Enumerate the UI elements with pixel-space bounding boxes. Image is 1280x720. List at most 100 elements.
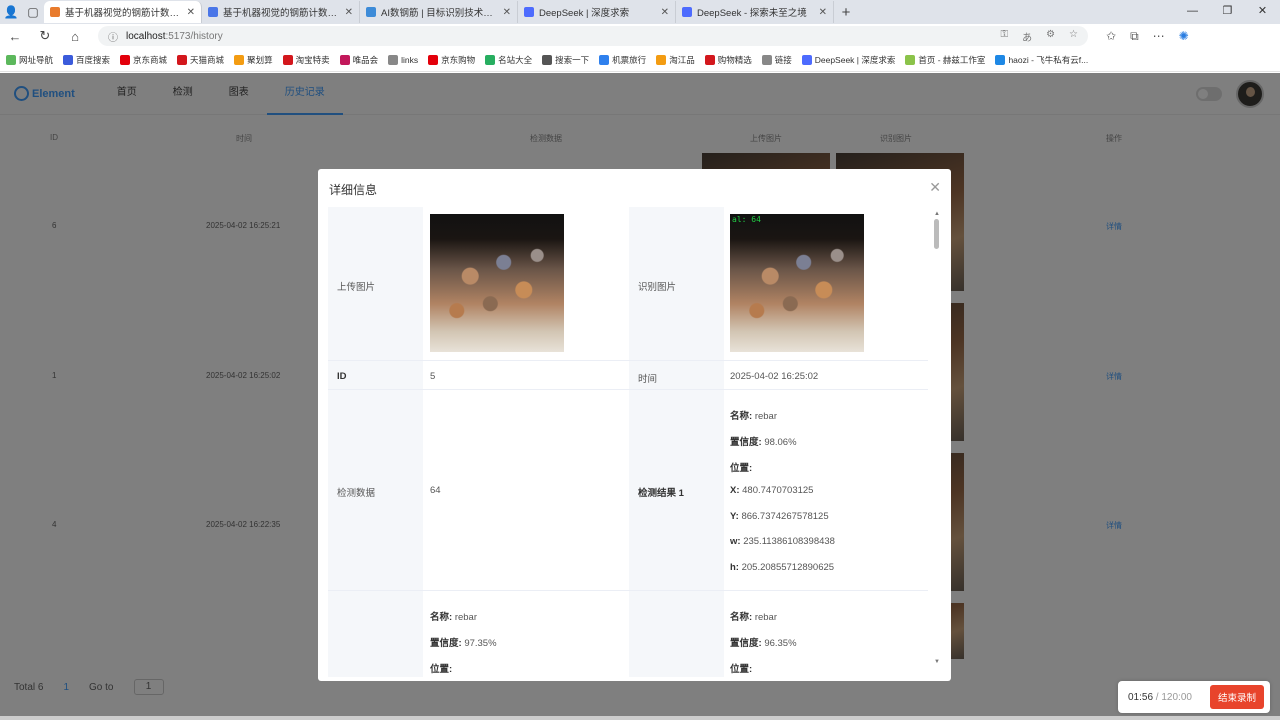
tab-favicon-icon: [524, 7, 534, 17]
result-confidence-value: 98.06%: [764, 437, 797, 448]
result-position-label: 位置:: [430, 664, 453, 675]
bookmark-item[interactable]: 搜索一下: [542, 54, 589, 66]
bookmark-label: 天猫商城: [190, 54, 225, 65]
result-name: 名称: rebar: [730, 609, 777, 623]
new-tab-button[interactable]: +: [834, 4, 858, 21]
dialog-scrollbar[interactable]: [934, 219, 939, 249]
bookmark-item[interactable]: links: [388, 54, 418, 65]
url-input[interactable]: ⓘ localhost :5173/history ⚿ あ ⚙ ☆: [98, 26, 1088, 46]
favorite-star-icon[interactable]: ☆: [1069, 29, 1078, 44]
browser-tab-2[interactable]: 基于机器视觉的钢筋计数系统算... ✕: [202, 1, 360, 23]
bookmark-item[interactable]: 聚划算: [234, 54, 273, 66]
browser-tab-5[interactable]: DeepSeek - 探索未至之境 ✕: [676, 1, 834, 23]
close-window-icon[interactable]: ✕: [1245, 0, 1280, 22]
result-position-label: 位置:: [730, 463, 753, 474]
dialog-body: 上传图片 识别图片 al: 64 ID 5 时间 2025-04-02 16:2…: [328, 207, 940, 677]
details-dialog: 详细信息 ✕ 上传图片 识别图片 al: 64 ID 5 时间 2025-04-…: [318, 169, 951, 681]
translate-icon[interactable]: あ: [1022, 29, 1032, 44]
bookmark-label: 名站大全: [498, 54, 533, 65]
info-icon[interactable]: ⓘ: [108, 29, 118, 44]
result-name-value: rebar: [454, 612, 477, 623]
detect-count-value: 64: [430, 485, 441, 496]
bookmark-item[interactable]: 网址导航: [6, 54, 53, 66]
bookmark-item[interactable]: 淘宝特卖: [282, 54, 330, 66]
bookmark-icon: [599, 54, 610, 65]
result-confidence-label: 置信度:: [430, 638, 462, 649]
result-y-value: 866.7374267578125: [741, 511, 829, 522]
restore-icon[interactable]: ❐: [1210, 0, 1245, 22]
browser-tab-1[interactable]: 基于机器视觉的钢筋计数系统算... ✕: [44, 1, 202, 23]
result-name-label: 名称:: [730, 612, 753, 623]
reload-icon[interactable]: ↻: [30, 28, 60, 44]
url-host: localhost: [126, 30, 166, 42]
result-confidence: 置信度: 96.35%: [730, 635, 797, 649]
result-y-label: Y:: [730, 511, 739, 522]
bookmark-icon: [485, 54, 496, 65]
stop-recording-button[interactable]: 结束录制: [1209, 685, 1264, 709]
bookmark-item[interactable]: 京东商城: [120, 54, 167, 66]
bookmark-item[interactable]: 淘江品: [656, 54, 695, 66]
result-name-value: rebar: [754, 411, 777, 422]
bookmark-item[interactable]: 名站大全: [485, 54, 532, 66]
bookmark-label: 购物精选: [717, 54, 752, 65]
recording-elapsed: 01:56: [1128, 691, 1154, 703]
result-w: w: 235.11386108398438: [730, 536, 835, 547]
extension-icon[interactable]: ⚙: [1046, 29, 1055, 44]
bookmark-item[interactable]: 京东购物: [428, 54, 475, 66]
bookmark-item[interactable]: 机票旅行: [599, 54, 646, 66]
bookmark-item[interactable]: 百度搜索: [63, 54, 110, 66]
tab-title: DeepSeek - 探索未至之境: [697, 8, 807, 19]
profile-icon[interactable]: 👤: [0, 1, 22, 23]
favorites-icon[interactable]: ✩: [1106, 29, 1116, 44]
back-icon[interactable]: ←: [0, 29, 30, 44]
bookmark-label: 京东商城: [133, 54, 168, 65]
browser-tab-3[interactable]: AI数钢筋 | 目标识别技术在钢筋... ✕: [360, 1, 518, 23]
bookmark-icon: [905, 54, 916, 65]
result-confidence: 置信度: 97.35%: [430, 635, 497, 649]
bookmark-label: 京东购物: [441, 54, 476, 65]
result-confidence: 置信度: 98.06%: [730, 434, 797, 448]
tab-title: AI数钢筋 | 目标识别技术在钢筋...: [381, 8, 499, 19]
copilot-icon[interactable]: ✺: [1179, 29, 1189, 44]
bookmark-item[interactable]: haozi - 飞牛私有云f...: [995, 54, 1088, 66]
collections-icon[interactable]: ⧉: [1130, 29, 1139, 44]
label-cell: 检测结果 1: [629, 390, 724, 590]
id-value: 5: [430, 371, 436, 382]
key-icon[interactable]: ⚿: [1000, 29, 1008, 44]
bookmark-item[interactable]: 链接: [761, 54, 792, 66]
bookmark-label: DeepSeek | 深度求索: [814, 54, 896, 65]
tab-favicon-icon: [50, 7, 60, 17]
tab-close-icon[interactable]: ✕: [819, 7, 827, 18]
result-h-value: 205.20855712890625: [741, 562, 835, 573]
tab-close-icon[interactable]: ✕: [661, 7, 669, 18]
recording-separator: /: [1153, 691, 1162, 703]
bookmark-item[interactable]: 购物精选: [704, 54, 752, 66]
more-icon[interactable]: ⋯: [1153, 29, 1165, 44]
bookmark-label: haozi - 飞牛私有云f...: [1008, 54, 1089, 65]
recording-widget: 01:56 / 120:00 结束录制: [1118, 681, 1270, 713]
bookmark-item[interactable]: 唯品会: [339, 54, 378, 66]
bookmark-icon: [63, 54, 74, 65]
tab-close-icon[interactable]: ✕: [187, 7, 195, 18]
tab-close-icon[interactable]: ✕: [345, 7, 353, 18]
tab-close-icon[interactable]: ✕: [503, 7, 511, 18]
bookmark-icon: [388, 54, 399, 65]
taskbar-edge: [0, 716, 1280, 720]
result-h-label: h:: [730, 562, 739, 573]
result-x: X: 480.7470703125: [730, 485, 813, 496]
minimize-icon[interactable]: —: [1175, 0, 1210, 22]
bookmark-item[interactable]: 天猫商城: [177, 54, 224, 66]
scroll-up-icon[interactable]: ▲: [934, 211, 940, 217]
bookmark-label: 百度搜索: [76, 54, 111, 65]
scroll-down-icon[interactable]: ▼: [934, 659, 940, 665]
browser-tab-4[interactable]: DeepSeek | 深度求索 ✕: [518, 1, 676, 23]
bookmark-icon: [177, 54, 188, 65]
bookmark-icon: [339, 54, 350, 65]
browser-tab-bar: 👤 ▢ 基于机器视觉的钢筋计数系统算... ✕ 基于机器视觉的钢筋计数系统算..…: [0, 0, 1280, 24]
home-icon[interactable]: ⌂: [60, 29, 90, 44]
tab-actions-icon[interactable]: ▢: [22, 1, 44, 23]
bookmark-label: 聚划算: [247, 54, 273, 65]
close-icon[interactable]: ✕: [929, 179, 941, 196]
bookmark-item[interactable]: DeepSeek | 深度求索: [801, 54, 896, 66]
bookmark-item[interactable]: 首页 - 赫兹工作室: [905, 54, 985, 66]
